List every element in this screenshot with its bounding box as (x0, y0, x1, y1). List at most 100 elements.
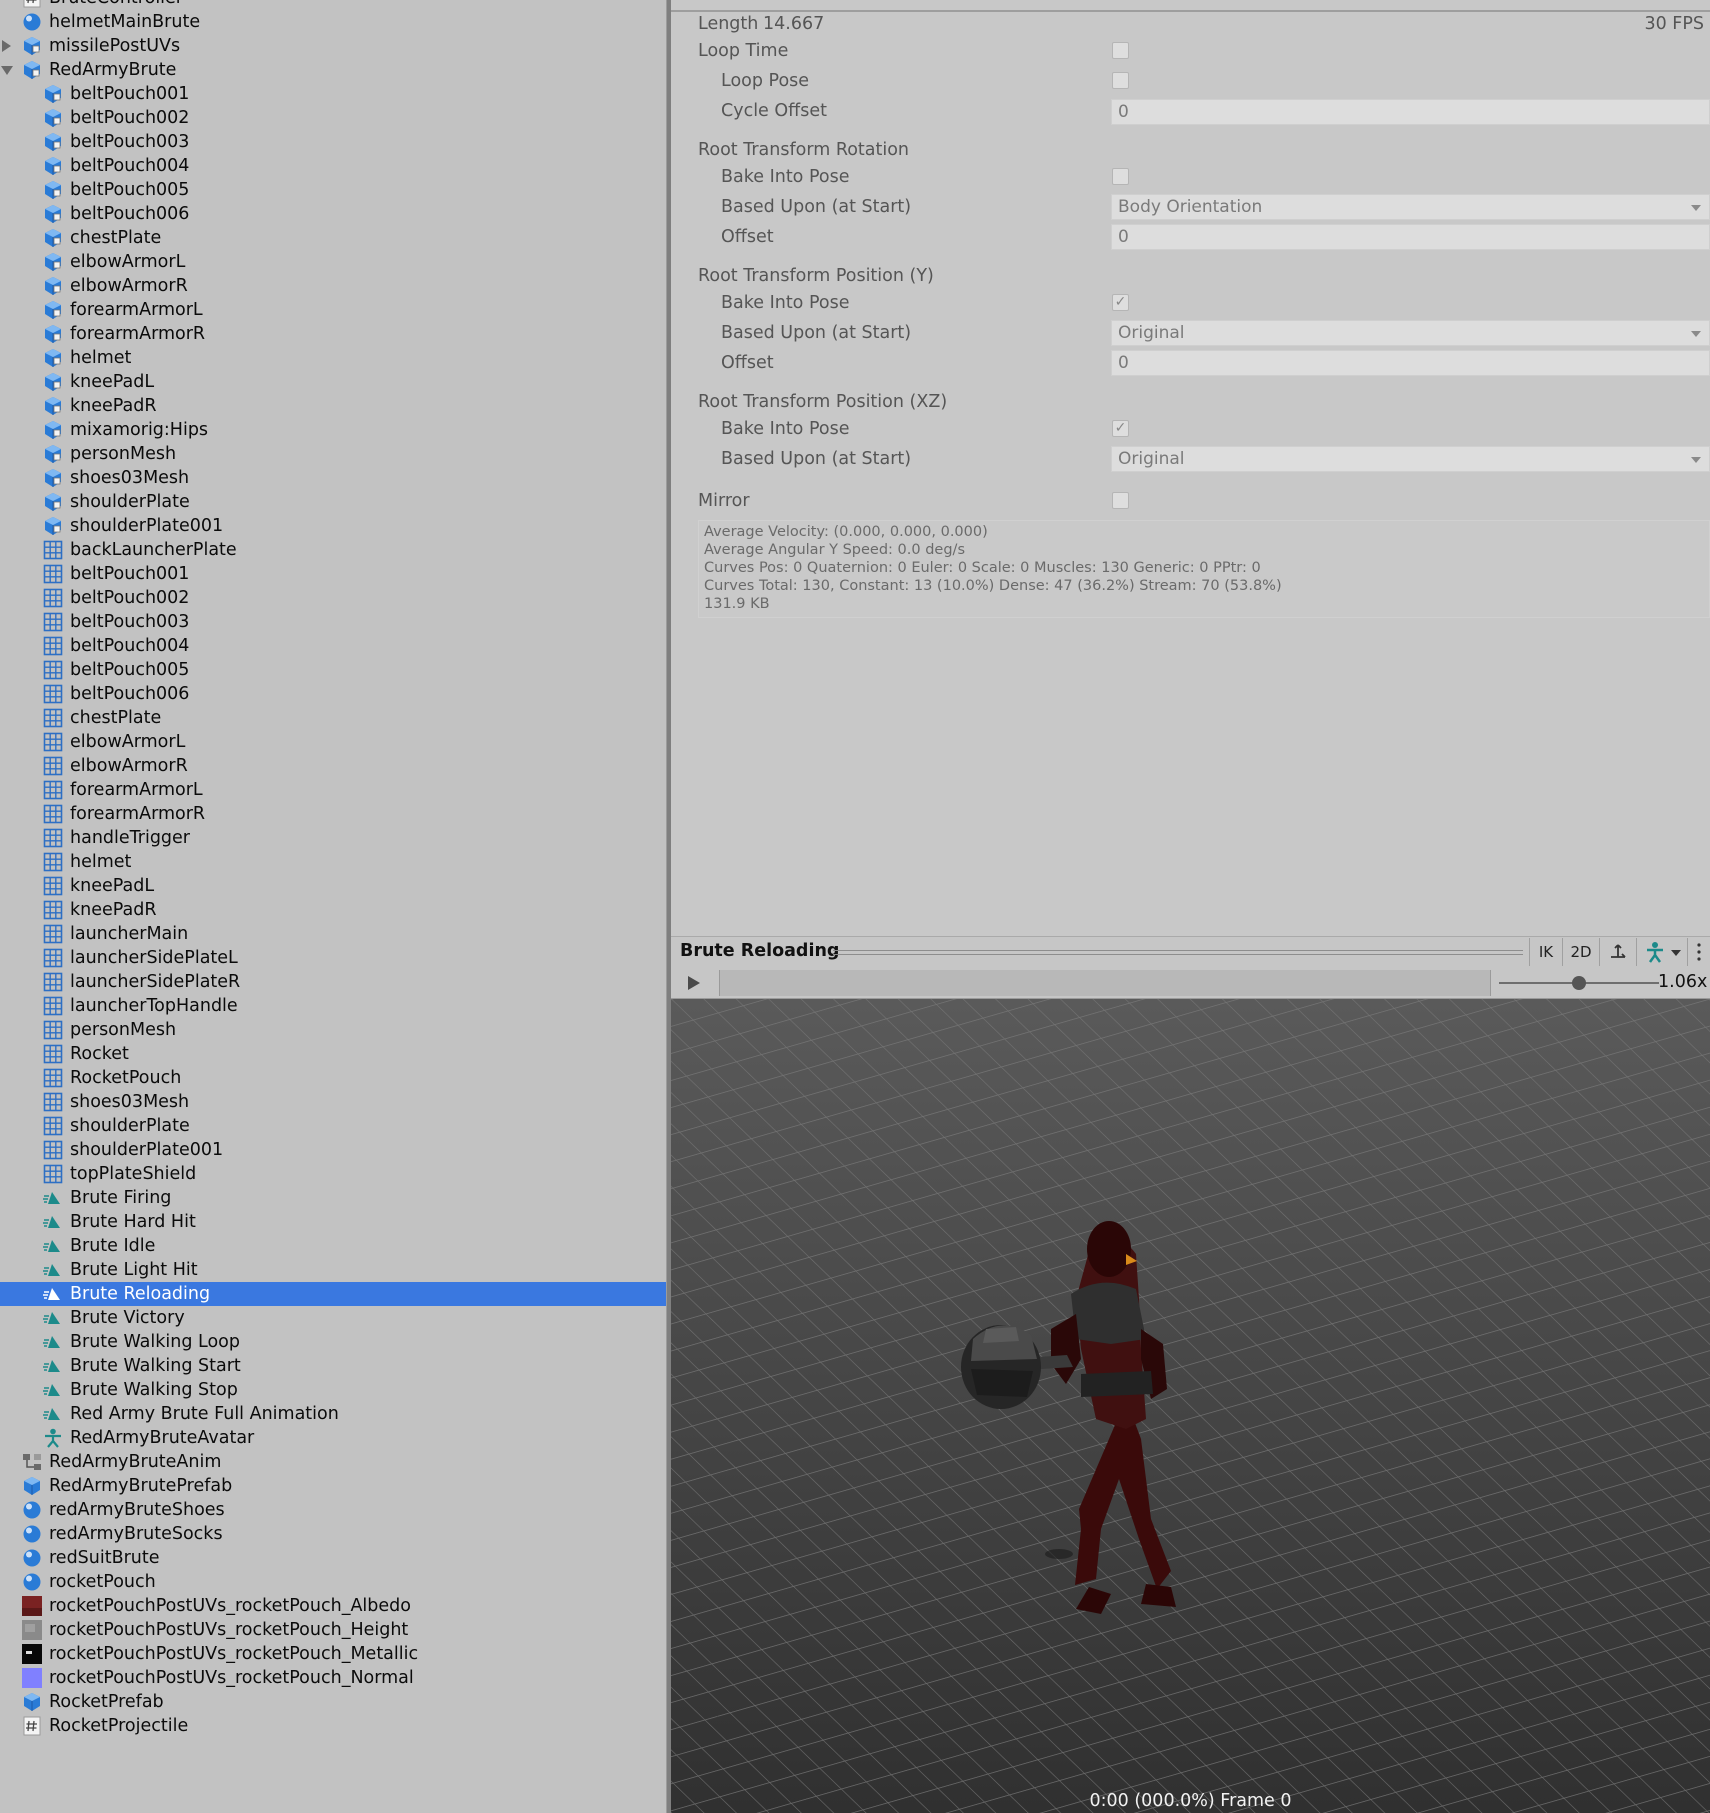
project-item[interactable]: launcherSidePlateR (0, 970, 666, 994)
project-item[interactable]: shoes03Mesh (0, 1090, 666, 1114)
project-item[interactable]: kneePadL (0, 370, 666, 394)
project-item[interactable]: helmetMainBrute (0, 10, 666, 34)
project-item[interactable]: forearmArmorL (0, 778, 666, 802)
project-item[interactable]: redArmyBruteShoes (0, 1498, 666, 1522)
project-item[interactable]: BruteController (0, 0, 666, 10)
project-item[interactable]: shoulderPlate001 (0, 1138, 666, 1162)
loop-pose-checkbox[interactable] (1112, 72, 1129, 89)
project-item[interactable]: rocketPouch (0, 1570, 666, 1594)
project-item[interactable]: beltPouch004 (0, 634, 666, 658)
project-item[interactable]: Red Army Brute Full Animation (0, 1402, 666, 1426)
project-item[interactable]: backLauncherPlate (0, 538, 666, 562)
rotation-offset-field[interactable]: 0 (1111, 224, 1710, 250)
project-item[interactable]: Brute Firing (0, 1186, 666, 1210)
project-item[interactable]: mixamorig:Hips (0, 418, 666, 442)
project-item[interactable]: Brute Walking Start (0, 1354, 666, 1378)
project-item[interactable]: beltPouch006 (0, 682, 666, 706)
fold-collapsed-icon[interactable] (2, 40, 11, 52)
project-item[interactable]: missilePostUVs (0, 34, 666, 58)
project-item[interactable]: RedArmyBruteAnim (0, 1450, 666, 1474)
project-item[interactable]: redSuitBrute (0, 1546, 666, 1570)
project-item[interactable]: chestPlate (0, 706, 666, 730)
rotation-bake-checkbox[interactable] (1112, 168, 1129, 185)
project-item[interactable]: elbowArmorL (0, 730, 666, 754)
project-item[interactable]: beltPouch002 (0, 586, 666, 610)
project-item[interactable]: launcherMain (0, 922, 666, 946)
project-item[interactable]: personMesh (0, 1018, 666, 1042)
loop-time-checkbox[interactable] (1112, 42, 1129, 59)
project-item[interactable]: Brute Hard Hit (0, 1210, 666, 1234)
project-item[interactable]: rocketPouchPostUVs_rocketPouch_Height (0, 1618, 666, 1642)
animation-clip-icon (43, 1188, 63, 1208)
project-item[interactable]: kneePadL (0, 874, 666, 898)
project-item[interactable]: beltPouch003 (0, 610, 666, 634)
project-item[interactable]: RocketPouch (0, 1066, 666, 1090)
project-item[interactable]: kneePadR (0, 394, 666, 418)
position-xz-based-dropdown[interactable]: Original (1111, 446, 1710, 472)
project-item[interactable]: RedArmyBruteAvatar (0, 1426, 666, 1450)
project-item[interactable]: Brute Idle (0, 1234, 666, 1258)
project-item[interactable]: Rocket (0, 1042, 666, 1066)
project-item[interactable]: forearmArmorR (0, 322, 666, 346)
project-item[interactable]: topPlateShield (0, 1162, 666, 1186)
project-item[interactable]: beltPouch003 (0, 130, 666, 154)
project-item[interactable]: forearmArmorR (0, 802, 666, 826)
project-item[interactable]: RedArmyBrutePrefab (0, 1474, 666, 1498)
project-item[interactable]: kneePadR (0, 898, 666, 922)
project-item[interactable]: beltPouch005 (0, 178, 666, 202)
cycle-offset-field[interactable]: 0 (1111, 99, 1710, 125)
preview-timeline[interactable] (719, 970, 1491, 996)
project-item[interactable]: beltPouch001 (0, 82, 666, 106)
play-button[interactable] (671, 968, 715, 998)
project-item[interactable]: Brute Walking Loop (0, 1330, 666, 1354)
mesh-icon (43, 564, 63, 584)
speed-slider-handle[interactable] (1572, 976, 1586, 990)
project-item[interactable]: shoulderPlate (0, 1114, 666, 1138)
project-item[interactable]: chestPlate (0, 226, 666, 250)
fold-expanded-icon[interactable] (1, 66, 13, 75)
project-item[interactable]: Brute Light Hit (0, 1258, 666, 1282)
project-item[interactable]: Brute Victory (0, 1306, 666, 1330)
ik-toggle[interactable]: IK (1529, 938, 1562, 966)
project-item[interactable]: Brute Walking Stop (0, 1378, 666, 1402)
preview-viewport[interactable]: 0:00 (000.0%) Frame 0 (671, 999, 1710, 1813)
project-item[interactable]: shoulderPlate (0, 490, 666, 514)
pivot-toggle[interactable] (1599, 938, 1636, 966)
project-item[interactable]: shoes03Mesh (0, 466, 666, 490)
mirror-checkbox[interactable] (1112, 492, 1129, 509)
project-item[interactable]: beltPouch001 (0, 562, 666, 586)
position-y-based-dropdown[interactable]: Original (1111, 320, 1710, 346)
project-item[interactable]: beltPouch002 (0, 106, 666, 130)
project-item[interactable]: redArmyBruteSocks (0, 1522, 666, 1546)
position-y-bake-checkbox[interactable]: ✓ (1112, 294, 1129, 311)
project-item[interactable]: RocketPrefab (0, 1690, 666, 1714)
project-item[interactable]: rocketPouchPostUVs_rocketPouch_Normal (0, 1666, 666, 1690)
project-item[interactable]: helmet (0, 346, 666, 370)
project-item[interactable]: personMesh (0, 442, 666, 466)
project-item[interactable]: rocketPouchPostUVs_rocketPouch_Metallic (0, 1642, 666, 1666)
project-item[interactable]: elbowArmorL (0, 250, 666, 274)
model-icon (43, 300, 63, 320)
preview-drag-handle[interactable] (833, 950, 1523, 955)
project-item[interactable]: forearmArmorL (0, 298, 666, 322)
project-item[interactable]: elbowArmorR (0, 754, 666, 778)
project-item[interactable]: RedArmyBrute (0, 58, 666, 82)
avatar-selector[interactable] (1636, 938, 1687, 966)
project-item[interactable]: shoulderPlate001 (0, 514, 666, 538)
project-item[interactable]: beltPouch004 (0, 154, 666, 178)
more-options-button[interactable] (1687, 938, 1710, 966)
project-item[interactable]: elbowArmorR (0, 274, 666, 298)
rotation-based-dropdown[interactable]: Body Orientation (1111, 194, 1710, 220)
project-item[interactable]: helmet (0, 850, 666, 874)
project-item[interactable]: beltPouch006 (0, 202, 666, 226)
project-item[interactable]: handleTrigger (0, 826, 666, 850)
project-item[interactable]: beltPouch005 (0, 658, 666, 682)
position-y-offset-field[interactable]: 0 (1111, 350, 1710, 376)
project-item[interactable]: rocketPouchPostUVs_rocketPouch_Albedo (0, 1594, 666, 1618)
project-item[interactable]: Brute Reloading (0, 1282, 666, 1306)
project-item[interactable]: launcherSidePlateL (0, 946, 666, 970)
position-xz-bake-checkbox[interactable]: ✓ (1112, 420, 1129, 437)
2d-toggle[interactable]: 2D (1562, 938, 1599, 966)
project-item[interactable]: RocketProjectile (0, 1714, 666, 1738)
project-item[interactable]: launcherTopHandle (0, 994, 666, 1018)
